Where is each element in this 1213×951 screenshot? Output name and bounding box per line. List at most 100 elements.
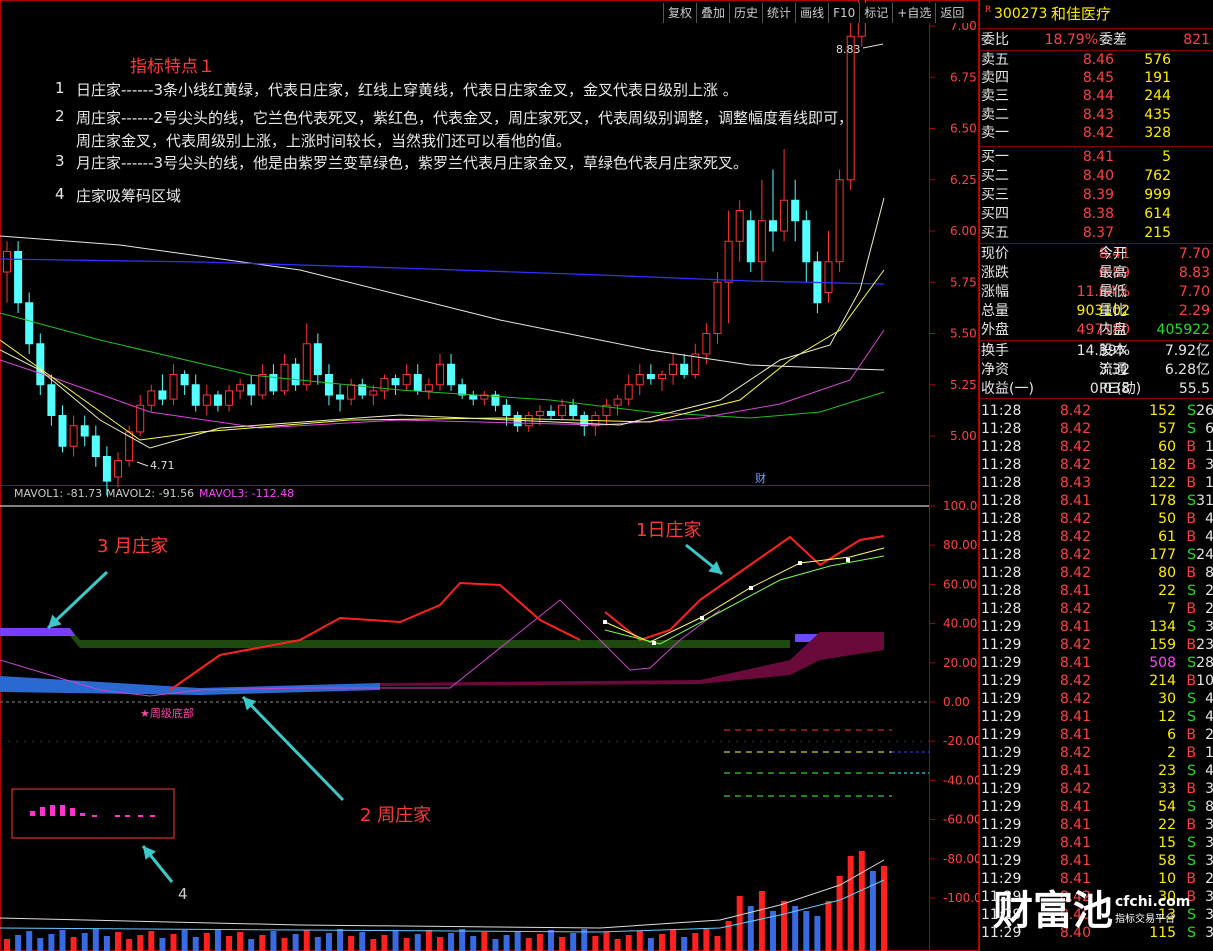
tick-time: 11:29 (981, 619, 1022, 635)
toolbar-btn-5[interactable]: F10 (828, 3, 860, 23)
candle-body (58, 415, 67, 447)
volume-bar (803, 911, 810, 951)
tick-side: S (1187, 493, 1196, 509)
tick-price: 8.41 (1059, 583, 1091, 599)
volume-bar (448, 933, 455, 951)
accumulation-bar (138, 815, 143, 817)
tick-volume: 177 (1149, 547, 1176, 563)
candle-body (569, 404, 578, 416)
volume-bar (370, 939, 377, 951)
toolbar-btn-3[interactable]: 统计 (762, 3, 796, 23)
toolbar-btn-8[interactable]: 返回 (935, 3, 969, 23)
volume-bar (4, 939, 10, 951)
tick-count: 3 (1205, 835, 1213, 851)
tick-side: S (1187, 763, 1196, 779)
mavol2-legend: MAVOL2: -91.56 (106, 487, 195, 500)
candle-body (91, 435, 100, 457)
accumulation-bar (70, 808, 75, 816)
tick-count: 24 (1196, 547, 1213, 563)
candle-body (702, 333, 711, 355)
volume-bar (481, 932, 488, 951)
volume-bar (26, 931, 33, 951)
bid-volume: 614 (1144, 206, 1171, 222)
quote-value2: 8.83 (1178, 265, 1210, 281)
candle-body (80, 425, 89, 437)
tick-side: S (1187, 421, 1196, 437)
toolbar-btn-7[interactable]: +自选 (892, 3, 936, 23)
tick-count: 3 (1205, 781, 1213, 797)
tick-side: S (1187, 799, 1196, 815)
tick-volume: 22 (1158, 583, 1176, 599)
daily-marker (749, 586, 753, 590)
volume-bar (126, 939, 133, 951)
volume-bar (403, 938, 410, 951)
tick-price: 8.42 (1059, 529, 1091, 545)
max-price-label: 8.83 (836, 43, 861, 56)
tick-time: 11:28 (981, 601, 1022, 617)
volume-bar (425, 930, 432, 951)
candle-body (746, 220, 755, 263)
volume-bar (325, 933, 332, 951)
daily-marker (700, 616, 704, 620)
tick-price: 8.42 (1059, 691, 1091, 707)
volume-bar (303, 930, 310, 951)
tick-volume: 508 (1149, 655, 1176, 671)
tick-time: 11:28 (981, 529, 1022, 545)
volume-bars (4, 851, 887, 951)
tick-count: 4 (1205, 709, 1213, 725)
ind-axis-label: -80.00 (943, 852, 979, 866)
volume-bar (614, 939, 621, 951)
tick-row: 11:28 8.42 80 B 8 (980, 564, 1213, 582)
volume-bar (570, 933, 577, 951)
candle-body (369, 390, 378, 396)
bid-volume: 5 (1162, 149, 1171, 165)
tick-volume: 134 (1149, 619, 1176, 635)
tick-count: 10 (1196, 673, 1213, 689)
tick-side: S (1187, 619, 1196, 635)
toolbar-btn-0[interactable]: 复权 (663, 3, 697, 23)
volume-bar (814, 916, 821, 951)
quote-row: 外盘 497180 内盘 405922 (980, 321, 1213, 339)
tick-time: 11:29 (981, 727, 1022, 743)
tick-price: 8.41 (1059, 817, 1091, 833)
candle-body (247, 384, 256, 396)
volume-bar (692, 933, 699, 951)
tick-price: 8.42 (1059, 781, 1091, 797)
volume-bar (625, 935, 632, 951)
volume-bar (414, 934, 421, 951)
volume-bar (92, 929, 99, 951)
ind-axis-label: 0.00 (943, 695, 970, 709)
tick-volume: 30 (1158, 691, 1176, 707)
bid-volume: 999 (1144, 187, 1171, 203)
ind-axis-label: -40.00 (943, 773, 979, 787)
monthly-red-line (169, 581, 581, 691)
ask-label: 卖三 (981, 88, 1009, 105)
candle-body (669, 363, 678, 375)
annotation-num-0: 1 (55, 79, 65, 97)
fund-label2: PE(动) (1099, 381, 1142, 397)
tick-row: 11:29 8.41 134 S 3 (980, 618, 1213, 636)
candle-body (258, 374, 267, 396)
ask-price: 8.46 (1082, 52, 1114, 68)
annotation-text-1: 周庄家------2号尖头的线，它兰色代表死叉，紫红色，代表金叉，周庄家死叉，代… (76, 109, 854, 127)
divider (980, 28, 1213, 29)
toolbar-btn-1[interactable]: 叠加 (696, 3, 730, 23)
tick-count: 26 (1196, 403, 1213, 419)
tick-volume: 12 (1158, 709, 1176, 725)
quote-panel: R 300273 和佳医疗 委比 18.79% 委差 821 卖五 8.46 576 卖四 8.… (979, 0, 1213, 951)
tick-volume: 15 (1158, 835, 1176, 851)
price-axis-label: 5.00 (950, 429, 977, 443)
quote-value2: 7.70 (1178, 284, 1210, 300)
candle-body (613, 398, 622, 406)
tick-volume: 23 (1158, 763, 1176, 779)
candle-body (3, 251, 11, 273)
tick-side: S (1187, 709, 1196, 725)
toolbar-btn-6[interactable]: 标记 (859, 3, 893, 23)
toolbar-btn-2[interactable]: 历史 (729, 3, 763, 23)
ask-row: 卖一 8.42 328 (980, 124, 1213, 142)
candle-body (25, 302, 34, 345)
mavol1-legend: MAVOL1: -81.73 (14, 487, 103, 500)
tick-row: 11:29 8.41 54 S 8 (980, 798, 1213, 816)
tick-side: B (1186, 529, 1196, 545)
toolbar-btn-4[interactable]: 画线 (795, 3, 829, 23)
